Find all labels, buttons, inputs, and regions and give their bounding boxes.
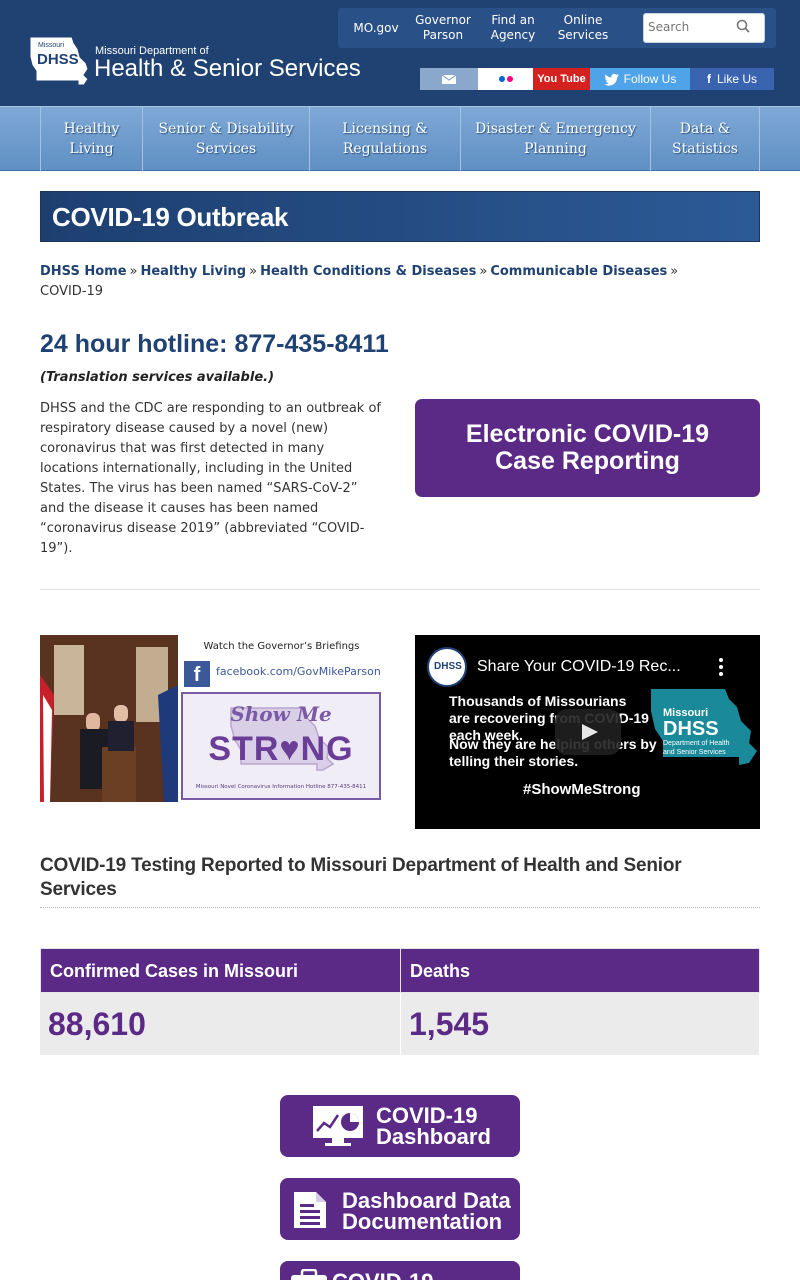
confirmed-cases-value: 88,610 — [40, 993, 401, 1055]
breadcrumb-link-dhss-home[interactable]: DHSS Home — [40, 264, 127, 279]
nav-item-data-statistics[interactable]: Data & Statistics — [650, 107, 760, 171]
nav-item-disaster-planning[interactable]: Disaster & Emergency Planning — [460, 107, 650, 171]
hotline-heading: 24 hour hotline: 877-435-8411 — [40, 330, 389, 358]
section-divider — [40, 589, 760, 590]
governor-facebook-line: f facebook.com/GovMikeParson — [184, 659, 381, 687]
youtube-video-embed[interactable]: DHSS Share Your COVID-19 Rec... Thousand… — [415, 635, 760, 829]
video-caption-line2: Now they are helping others by telling t… — [449, 736, 657, 769]
util-link-online-services[interactable]: Online Services — [550, 8, 616, 48]
document-icon — [294, 1192, 326, 1228]
twitter-bird-icon — [604, 73, 619, 86]
more-options-icon[interactable] — [717, 657, 725, 677]
breadcrumb-separator: » — [670, 264, 679, 279]
util-link-mo-gov[interactable]: MO.gov — [344, 8, 408, 48]
video-dhss-big: DHSS — [663, 718, 719, 740]
show-me-strong-graphic: Show Me STR♥NG Missouri Novel Coronaviru… — [181, 692, 381, 800]
search-input[interactable] — [648, 14, 738, 40]
search-box — [643, 13, 765, 43]
electronic-case-reporting-button[interactable]: Electronic COVID-19 Case Reporting — [415, 399, 760, 497]
covid-dashboard-button[interactable]: COVID-19 Dashboard — [280, 1095, 520, 1157]
video-dhss-sub: Department of Health and Senior Services — [663, 740, 730, 756]
breadcrumb-link-health-conditions[interactable]: Health Conditions & Diseases — [260, 264, 476, 279]
like-us-label: Like Us — [716, 72, 757, 86]
covid-technology-button[interactable]: COVID-19 Technology — [280, 1261, 520, 1280]
dashboard-documentation-button[interactable]: Dashboard Data Documentation — [280, 1178, 520, 1240]
governor-banner-info: Watch the Governor’s Briefings f faceboo… — [178, 635, 385, 802]
channel-avatar[interactable]: DHSS — [427, 647, 467, 687]
follow-us-label: Follow Us — [623, 72, 677, 86]
logo-mark: DHSS — [37, 51, 79, 68]
covid-dashboard-label-line1: COVID-19 — [376, 1103, 478, 1128]
email-signup-button[interactable] — [420, 68, 478, 90]
briefcase-icon — [291, 1269, 327, 1280]
facebook-icon: f — [184, 661, 210, 687]
page-title-bar: COVID-19 Outbreak — [40, 191, 760, 242]
flickr-button[interactable] — [478, 68, 533, 90]
breadcrumb-link-healthy-living[interactable]: Healthy Living — [140, 264, 246, 279]
breadcrumb-separator: » — [249, 264, 258, 279]
governor-facebook-url: facebook.com/GovMikeParson — [216, 665, 381, 678]
documentation-label-line1: Dashboard Data — [342, 1188, 511, 1213]
confirmed-cases-header: Confirmed Cases in Missouri — [40, 948, 401, 993]
youtube-icon: You Tube — [537, 73, 586, 85]
channel-avatar-label: DHSS — [434, 661, 462, 672]
util-link-governor[interactable]: Governor Parson — [410, 8, 476, 48]
show-me-strong-hotline: Missouri Novel Coronavirus Information H… — [195, 784, 367, 790]
envelope-icon — [441, 74, 457, 84]
breadcrumb: DHSS Home» Healthy Living» Health Conditio… — [40, 262, 760, 302]
breadcrumb-separator: » — [479, 264, 488, 279]
twitter-follow-button[interactable]: Follow Us — [590, 68, 690, 90]
facebook-like-button[interactable]: f Like Us — [690, 68, 774, 90]
documentation-label-line2: Documentation — [342, 1209, 503, 1234]
video-title[interactable]: Share Your COVID-19 Rec... — [477, 658, 707, 676]
watch-briefings-label: Watch the Governor’s Briefings — [203, 641, 360, 652]
site-header: Missouri DHSS Missouri Department of Hea… — [0, 0, 800, 106]
flickr-icon — [498, 76, 513, 82]
logo-state-label: Missouri — [38, 42, 65, 49]
strong-label: STR♥NG — [208, 730, 354, 768]
governor-briefings-banner[interactable]: Watch the Governor’s Briefings f faceboo… — [40, 635, 385, 802]
utility-nav: MO.gov Governor Parson Find an Agency On… — [338, 8, 776, 48]
breadcrumb-link-communicable-diseases[interactable]: Communicable Diseases — [490, 264, 667, 279]
util-link-find-agency[interactable]: Find an Agency — [480, 8, 546, 48]
nav-item-licensing[interactable]: Licensing & Regulations — [309, 107, 460, 171]
covid-technology-label: COVID-19 Technology — [332, 1271, 520, 1280]
page-title: COVID-19 Outbreak — [52, 202, 289, 232]
dashboard-chart-icon — [313, 1106, 363, 1146]
nav-item-senior-disability[interactable]: Senior & Disability Services — [142, 107, 309, 171]
breadcrumb-current: COVID-19 — [40, 284, 104, 299]
covid-stats-table: Confirmed Cases in Missouri Deaths 88,61… — [40, 948, 760, 1055]
intro-paragraph: DHSS and the CDC are responding to an ou… — [40, 401, 381, 556]
show-me-label: Show Me — [230, 702, 332, 726]
governor-briefing-photo — [40, 635, 178, 802]
deaths-header: Deaths — [400, 948, 760, 993]
video-hashtag: #ShowMeStrong — [523, 781, 641, 798]
video-play-button[interactable] — [555, 709, 621, 755]
main-nav: Healthy Living Senior & Disability Servi… — [0, 106, 800, 171]
testing-section-rule — [40, 907, 760, 908]
youtube-button[interactable]: You Tube — [533, 68, 590, 90]
deaths-value: 1,545 — [401, 993, 760, 1055]
briefing-scene-illustration — [40, 635, 178, 802]
ecr-button-line1: Electronic COVID-19 — [465, 420, 710, 448]
nav-item-healthy-living[interactable]: Healthy Living — [40, 107, 142, 171]
translation-note: (Translation services available.) — [40, 370, 275, 385]
ecr-button-line2: Case Reporting — [495, 447, 680, 475]
facebook-f-icon: f — [706, 72, 711, 86]
logo-name-line: Health & Senior Services — [94, 55, 361, 82]
search-icon[interactable] — [736, 19, 750, 33]
breadcrumb-separator: » — [129, 264, 138, 279]
testing-section-heading: COVID-19 Testing Reported to Missouri De… — [40, 855, 682, 900]
covid-dashboard-label-line2: Dashboard — [376, 1124, 491, 1149]
video-dhss-mark: Missouri DHSS Department of Health and S… — [663, 707, 737, 757]
